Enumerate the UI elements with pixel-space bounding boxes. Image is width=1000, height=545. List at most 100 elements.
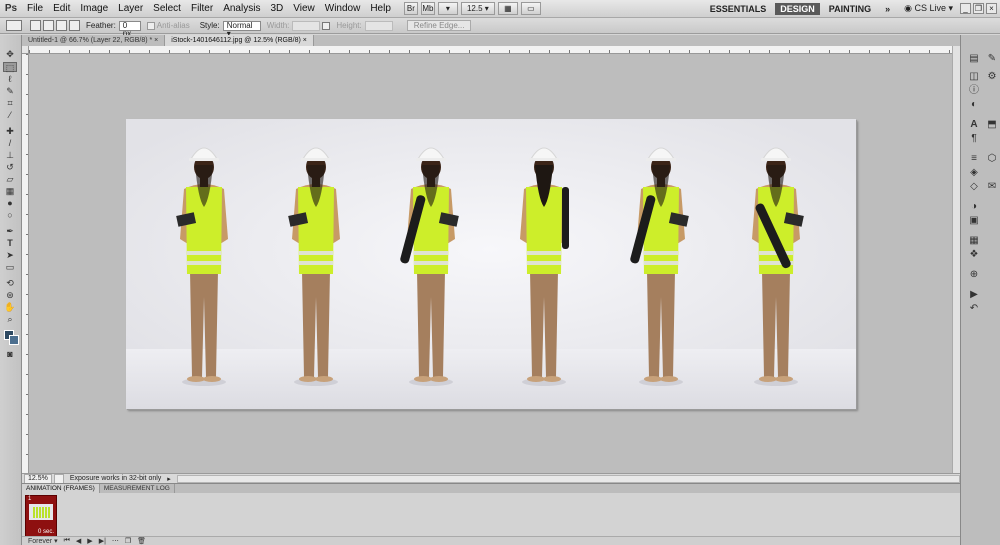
actions-icon[interactable]: ▶ (967, 289, 981, 301)
clone-source-icon[interactable]: ⊕ (967, 269, 981, 281)
tween-icon[interactable]: ⋯ (112, 537, 119, 545)
menu-edit[interactable]: Edit (48, 0, 75, 18)
brush-icon[interactable]: / (3, 138, 17, 148)
status-preview-icon[interactable] (53, 473, 64, 484)
path-select-icon[interactable]: ➤ (3, 250, 17, 260)
intersect-selection-icon[interactable] (69, 20, 80, 31)
character-icon[interactable]: A (967, 119, 981, 131)
anti-alias-checkbox[interactable] (146, 21, 155, 30)
menu-window[interactable]: Window (320, 0, 366, 18)
view-extras-button[interactable]: ▾ (437, 2, 458, 15)
cs-live-button[interactable]: ◉ CS Live ▾ (899, 2, 958, 15)
style-select[interactable]: Normal ▾ (222, 20, 261, 37)
gradient-icon[interactable]: ▦ (3, 186, 17, 196)
canvas-area[interactable] (29, 54, 952, 473)
tool-preset-picker[interactable] (6, 20, 22, 31)
menu-view[interactable]: View (288, 0, 320, 18)
restore-icon[interactable]: ❐ (973, 3, 984, 14)
paths-icon[interactable]: ◇ (967, 181, 981, 193)
workspace-design[interactable]: DESIGN (775, 2, 820, 15)
zoom-level-select[interactable]: 12.5 ▾ (460, 2, 495, 15)
marquee-icon[interactable]: ⬚ (3, 62, 17, 73)
tab-untitled-1[interactable]: Untitled-1 @ 66.7% (Layer 22, RGB/8) * × (22, 35, 166, 46)
horizontal-ruler[interactable] (29, 46, 952, 54)
add-selection-icon[interactable] (43, 20, 54, 31)
width-input[interactable] (292, 20, 321, 31)
workspace-painting[interactable]: PAINTING (824, 3, 876, 15)
tab-animation-frames[interactable]: ANIMATION (FRAMES) (22, 484, 100, 493)
refine-edge-button[interactable]: Refine Edge... (406, 20, 472, 31)
vertical-ruler[interactable] (22, 54, 29, 473)
vertical-scrollbar[interactable] (952, 46, 960, 473)
zoom-icon[interactable]: ⌕ (3, 314, 17, 324)
horizontal-scrollbar[interactable] (176, 474, 960, 483)
subtract-selection-icon[interactable] (56, 20, 67, 31)
menu-file[interactable]: File (22, 0, 48, 18)
menu-3d[interactable]: 3D (265, 0, 288, 18)
duplicate-frame-icon[interactable]: ❐ (125, 537, 131, 545)
status-menu-arrow[interactable]: ▸ (167, 475, 171, 483)
history-icon[interactable]: ↶ (967, 303, 981, 315)
document-image[interactable] (126, 119, 856, 409)
history-brush-icon[interactable]: ↺ (3, 162, 17, 172)
new-selection-icon[interactable] (30, 20, 41, 31)
screen-mode-button[interactable]: ▭ (520, 2, 541, 15)
3d-rotate-icon[interactable]: ⟲ (3, 278, 17, 288)
menu-analysis[interactable]: Analysis (218, 0, 265, 18)
crop-icon[interactable]: ⌗ (3, 98, 17, 108)
animation-frame[interactable]: 1 0 sec. (25, 495, 57, 537)
type-icon[interactable]: T (3, 238, 17, 248)
swatches-icon[interactable]: ▦ (967, 235, 981, 247)
close-icon[interactable]: × (986, 3, 997, 14)
layers-icon[interactable]: ≡ (967, 153, 981, 165)
pen-icon[interactable]: ✒ (3, 226, 17, 236)
clone-stamp-icon[interactable]: ⊥ (3, 150, 17, 160)
masks-icon[interactable]: ▣ (967, 215, 981, 227)
channels-icon[interactable]: ◈ (967, 167, 981, 179)
zoom-field[interactable]: 12.5% (24, 473, 52, 484)
workspace-essentials[interactable]: ESSENTIALS (705, 3, 772, 15)
color-icon[interactable]: ◐ (967, 99, 981, 111)
launch-minibridge-button[interactable]: Mb (420, 2, 435, 15)
delete-frame-icon[interactable]: 🗑 (137, 537, 146, 545)
height-input[interactable] (364, 20, 393, 31)
swap-dimensions-icon[interactable] (322, 21, 331, 30)
blur-icon[interactable]: ● (3, 198, 17, 208)
background-color-swatch[interactable] (9, 335, 19, 345)
navigator-icon[interactable]: ◫ (967, 71, 981, 83)
adjustments-icon[interactable]: ◑ (967, 201, 981, 213)
previous-frame-icon[interactable]: ◀ (76, 537, 81, 545)
first-frame-icon[interactable]: ⏮ (64, 537, 70, 545)
minimize-icon[interactable]: _ (960, 3, 971, 14)
more-workspaces-button[interactable]: » (880, 3, 895, 15)
3d-orbit-icon[interactable]: ⊛ (3, 290, 17, 300)
quick-select-icon[interactable]: ✎ (3, 86, 17, 96)
masks-panel-icon[interactable]: ⬒ (985, 119, 999, 131)
eraser-icon[interactable]: ▱ (3, 174, 17, 184)
move-icon[interactable]: ✥ (3, 49, 17, 59)
lasso-icon[interactable]: ℓ (3, 74, 17, 84)
arrange-documents-button[interactable]: ▦ (497, 2, 518, 15)
healing-icon[interactable]: ✚ (3, 126, 17, 136)
paragraph-icon[interactable]: ¶ (967, 133, 981, 145)
quick-mask-icon[interactable]: ◙ (3, 349, 17, 359)
menu-layer[interactable]: Layer (113, 0, 148, 18)
brushes-icon[interactable]: ✎ (985, 53, 999, 65)
styles-icon[interactable]: ❖ (967, 249, 981, 261)
tool-presets-icon[interactable]: ⚙ (985, 71, 999, 83)
3d-panel-icon[interactable]: ⬡ (985, 153, 999, 165)
play-icon[interactable]: ▶ (87, 537, 92, 545)
hand-icon[interactable]: ✋ (3, 302, 17, 312)
histogram-icon[interactable]: ▤ (967, 53, 981, 65)
info-icon[interactable]: ⓘ (967, 85, 981, 97)
menu-help[interactable]: Help (365, 0, 396, 18)
tab-measurement-log[interactable]: MEASUREMENT LOG (100, 484, 175, 493)
feather-input[interactable]: 0 px (118, 20, 141, 37)
menu-filter[interactable]: Filter (186, 0, 218, 18)
next-frame-icon[interactable]: ▶| (99, 537, 106, 545)
dodge-icon[interactable]: ○ (3, 210, 17, 220)
notes-icon[interactable]: ✉ (985, 181, 999, 193)
shape-icon[interactable]: ▭ (3, 262, 17, 272)
launch-bridge-button[interactable]: Br (403, 2, 418, 15)
eyedropper-icon[interactable]: ⁄ (3, 110, 17, 120)
